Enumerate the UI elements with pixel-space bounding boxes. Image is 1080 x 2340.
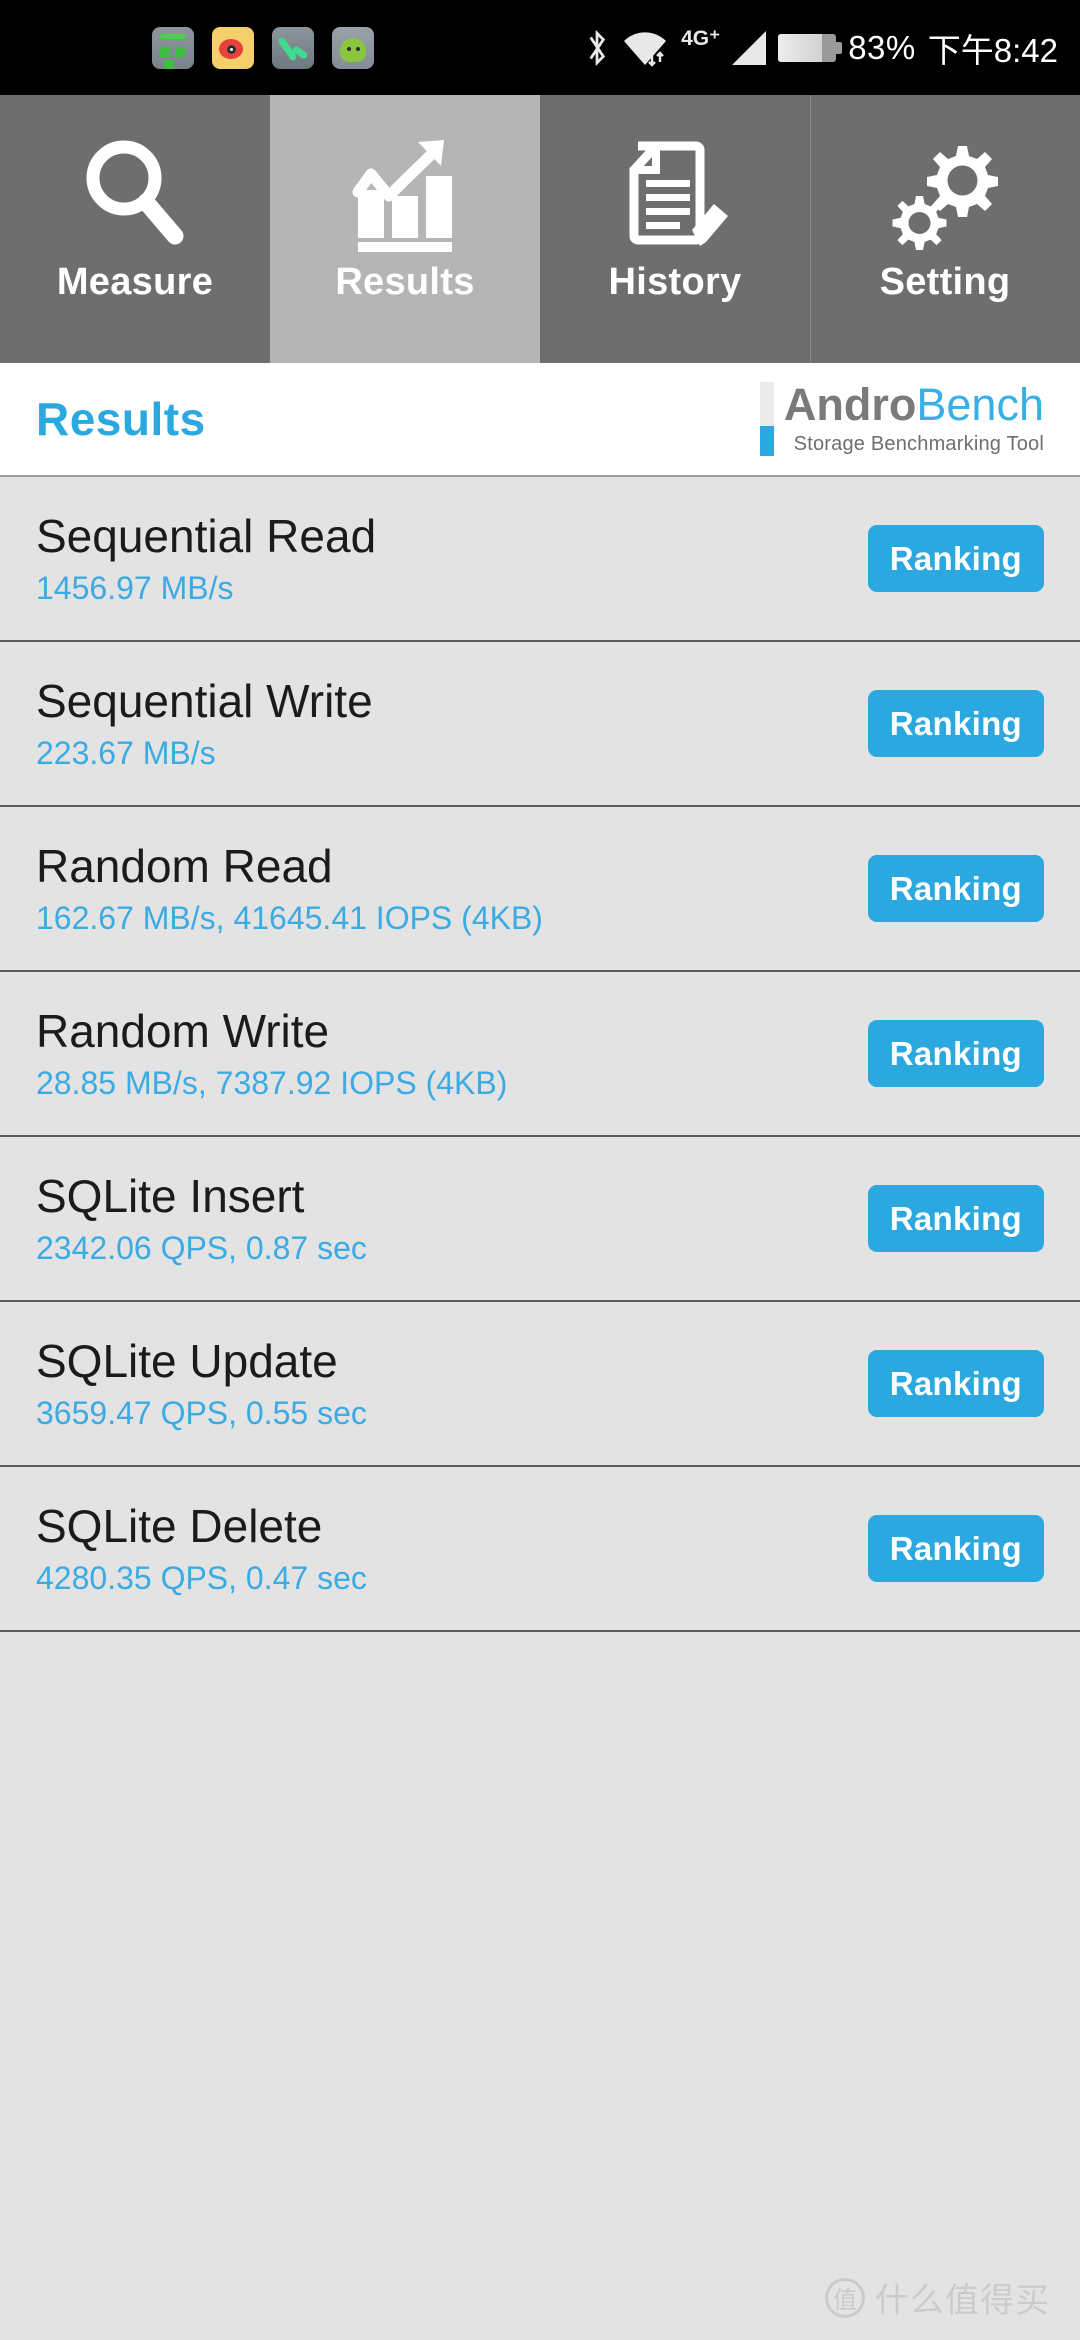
logo-bar [759,382,774,456]
table-row[interactable]: SQLite Update 3659.47 QPS, 0.55 sec Rank… [0,1302,1080,1467]
bluetooth-icon [589,29,606,66]
watermark-text: 什么值得买 [875,2282,1050,2320]
ranking-button[interactable]: Ranking [867,525,1044,592]
ranking-button[interactable]: Ranking [867,1350,1044,1417]
gears-icon [884,129,1006,257]
tab-measure[interactable]: Measure [0,95,270,363]
tab-bar: Measure Results History Setting [0,95,1080,363]
result-value: 162.67 MB/s, 41645.41 IOPS (4KB) [36,899,543,936]
tab-history-label: History [608,261,742,303]
result-name: SQLite Delete [36,1499,323,1552]
result-name: Sequential Write [36,674,373,727]
file-manager-icon [152,26,194,69]
ranking-button[interactable]: Ranking [867,855,1044,922]
results-list: Sequential Read 1456.97 MB/s Ranking Seq… [0,477,1080,1632]
phone-screen: 4G⁺ 83% 下午8:42 Measure Results History S… [0,0,1080,2340]
page-title: Results [36,393,206,445]
brand-subtitle: Storage Benchmarking Tool [793,433,1044,455]
network-type-label: 4G⁺ [681,26,721,50]
page-header: Results AndroBench Storage Benchmarking … [0,363,1080,477]
result-name: SQLite Insert [36,1169,305,1222]
watermark-badge-icon: 值 [825,2277,865,2318]
ranking-button[interactable]: Ranking [867,1515,1044,1582]
document-pencil-icon [616,129,734,257]
table-row[interactable]: Random Read 162.67 MB/s, 41645.41 IOPS (… [0,807,1080,972]
result-value: 3659.47 QPS, 0.55 sec [36,1394,367,1431]
result-value: 223.67 MB/s [36,734,216,771]
table-row[interactable]: SQLite Insert 2342.06 QPS, 0.87 sec Rank… [0,1137,1080,1302]
brand-primary: Andro [783,379,917,430]
ranking-button[interactable]: Ranking [867,1185,1044,1252]
status-bar: 4G⁺ 83% 下午8:42 [0,0,1080,95]
battery-percent: 83% [848,28,916,66]
status-bar-right: 4G⁺ 83% 下午8:42 [584,24,1058,72]
result-value: 28.85 MB/s, 7387.92 IOPS (4KB) [36,1064,508,1101]
result-name: SQLite Update [36,1334,338,1387]
androbench-logo: AndroBench Storage Benchmarking Tool [759,379,1044,456]
notification-icons [152,26,374,69]
magnifier-icon [76,129,194,257]
brand-secondary: Bench [916,379,1044,430]
tab-history[interactable]: History [540,95,810,363]
table-row[interactable]: SQLite Delete 4280.35 QPS, 0.47 sec Rank… [0,1467,1080,1632]
weibo-icon [212,26,254,69]
cellular-signal-icon [732,30,767,65]
tab-setting-label: Setting [879,261,1011,303]
battery-icon [778,33,843,62]
table-row[interactable]: Sequential Read 1456.97 MB/s Ranking [0,477,1080,642]
phone-icon [272,26,314,69]
result-name: Random Write [36,1004,330,1057]
result-value: 4280.35 QPS, 0.47 sec [36,1559,367,1596]
table-row[interactable]: Sequential Write 223.67 MB/s Ranking [0,642,1080,807]
clock: 下午8:42 [927,31,1058,69]
empty-area [0,1632,1080,2340]
result-name: Random Read [36,839,333,892]
tab-results[interactable]: Results [270,95,540,363]
bar-chart-arrow-icon [344,129,466,257]
android-icon [332,26,374,69]
tab-setting[interactable]: Setting [810,95,1080,363]
tab-results-label: Results [335,261,475,303]
watermark: 值 什么值得买 [825,2273,1050,2322]
ranking-button[interactable]: Ranking [867,690,1044,757]
tab-measure-label: Measure [56,261,214,303]
result-value: 1456.97 MB/s [36,569,234,606]
result-name: Sequential Read [36,509,377,562]
result-value: 2342.06 QPS, 0.87 sec [36,1229,367,1266]
table-row[interactable]: Random Write 28.85 MB/s, 7387.92 IOPS (4… [0,972,1080,1137]
wifi-icon [622,29,668,67]
ranking-button[interactable]: Ranking [867,1020,1044,1087]
